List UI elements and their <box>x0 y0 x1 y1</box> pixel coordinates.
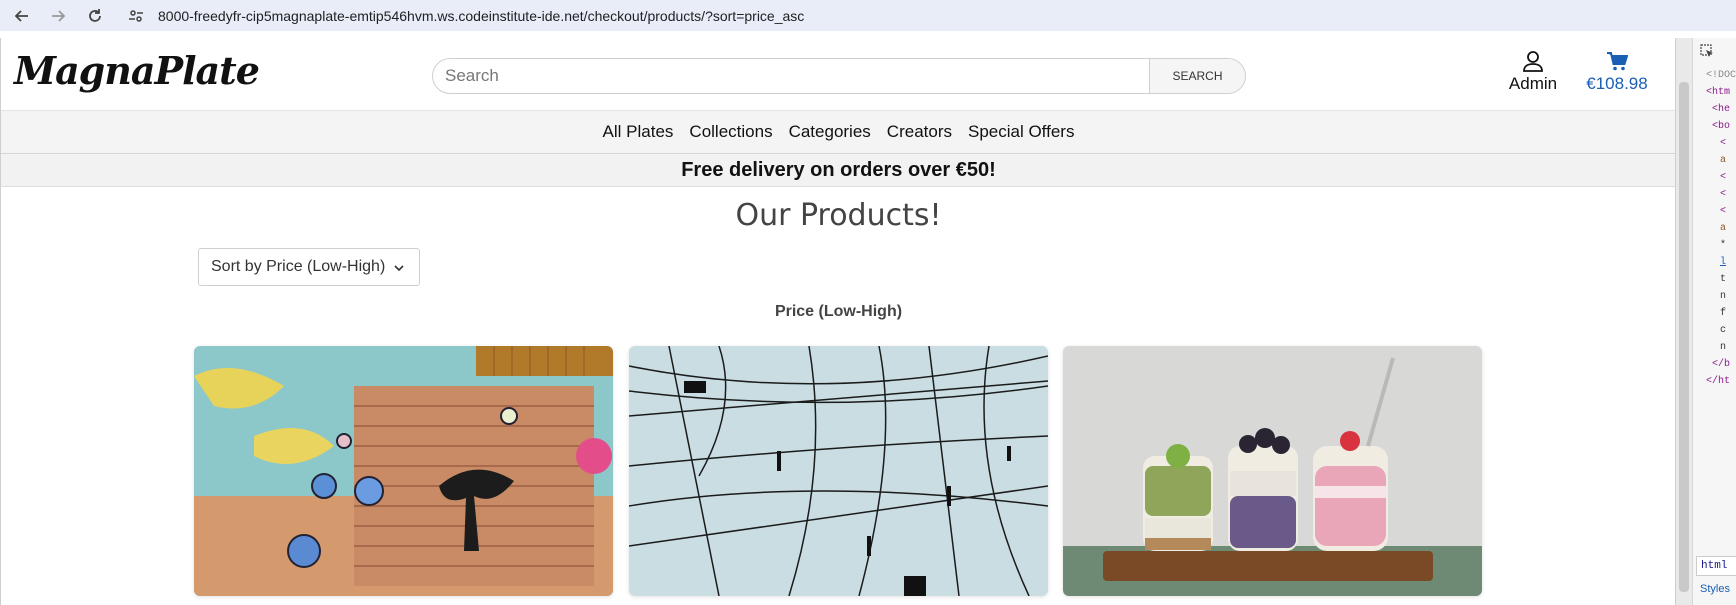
devtools-line: f <box>1720 308 1727 319</box>
search-button[interactable]: SEARCH <box>1149 59 1245 93</box>
sort-select[interactable]: Sort by Price (Low-High) <box>198 248 420 286</box>
address-bar[interactable]: 8000-freedyfr-cip5magnaplate-emtip546hvm… <box>158 8 804 24</box>
inspect-element-icon[interactable] <box>1700 44 1714 58</box>
sort-selected-value: Sort by Price (Low-High) <box>211 258 386 275</box>
site-info-icon[interactable] <box>124 4 148 28</box>
devtools-line: l <box>1720 257 1727 268</box>
devtools-line: < <box>1720 172 1727 183</box>
nav-collections[interactable]: Collections <box>689 122 772 142</box>
site-header: MagnaPlate SEARCH Admin €108.98 <box>1 38 1676 110</box>
devtools-line: < <box>1720 189 1727 200</box>
current-sort-label: Price (Low-High) <box>774 303 903 320</box>
devtools-line: a <box>1720 155 1727 166</box>
cart-link[interactable]: €108.98 <box>1581 50 1653 94</box>
devtools-line: < <box>1720 206 1727 217</box>
devtools-line: n <box>1720 342 1727 353</box>
devtools-line: </ht <box>1706 376 1731 387</box>
product-card[interactable] <box>1063 346 1482 596</box>
devtools-line: a <box>1720 223 1727 234</box>
scrollbar-thumb[interactable] <box>1679 82 1689 592</box>
forward-icon[interactable] <box>46 4 70 28</box>
page-title: Our Products! <box>735 198 942 233</box>
user-icon <box>1523 51 1543 72</box>
devtools-breadcrumb-html[interactable]: html <box>1696 556 1736 576</box>
devtools-line: <!DOC <box>1706 70 1736 81</box>
devtools-line: <he <box>1712 104 1731 115</box>
search-form: SEARCH <box>432 58 1246 94</box>
nav-special-offers[interactable]: Special Offers <box>968 122 1074 142</box>
cart-icon <box>1607 52 1628 71</box>
search-input[interactable] <box>433 59 1159 93</box>
nav-all-plates[interactable]: All Plates <box>603 122 674 142</box>
devtools-line: < <box>1720 138 1727 149</box>
page-viewport: MagnaPlate SEARCH Admin €108.98 All Plat… <box>0 38 1676 605</box>
product-card[interactable] <box>194 346 613 596</box>
devtools-line: * <box>1720 240 1727 251</box>
devtools-line: n <box>1720 291 1727 302</box>
devtools-styles-tab[interactable]: Styles <box>1700 583 1730 595</box>
devtools-line: c <box>1720 325 1727 336</box>
product-image <box>194 346 613 596</box>
delivery-banner: Free delivery on orders over €50! <box>1 154 1676 187</box>
devtools-line: <bo <box>1712 121 1731 132</box>
devtools-line: </b <box>1712 359 1731 370</box>
account-link[interactable]: Admin <box>1501 50 1565 94</box>
main-nav: All Plates Collections Categories Creato… <box>1 110 1676 154</box>
devtools-line: t <box>1720 274 1727 285</box>
page-scrollbar[interactable] <box>1676 38 1693 605</box>
product-card[interactable] <box>629 346 1048 596</box>
account-label: Admin <box>1508 74 1558 93</box>
chevron-down-icon <box>394 265 404 272</box>
product-image <box>1063 346 1482 596</box>
back-icon[interactable] <box>10 4 34 28</box>
nav-categories[interactable]: Categories <box>789 122 871 142</box>
devtools-panel: <!DOC <htm <he <bo < a < < < a * l t n f… <box>1675 38 1736 605</box>
product-image <box>629 346 1048 596</box>
site-logo[interactable]: MagnaPlate <box>14 48 260 93</box>
browser-toolbar: 8000-freedyfr-cip5magnaplate-emtip546hvm… <box>0 0 1736 31</box>
cart-total: €108.98 <box>1586 74 1648 93</box>
devtools-line: <htm <box>1706 87 1731 98</box>
reload-icon[interactable] <box>83 4 107 28</box>
nav-creators[interactable]: Creators <box>887 122 952 142</box>
